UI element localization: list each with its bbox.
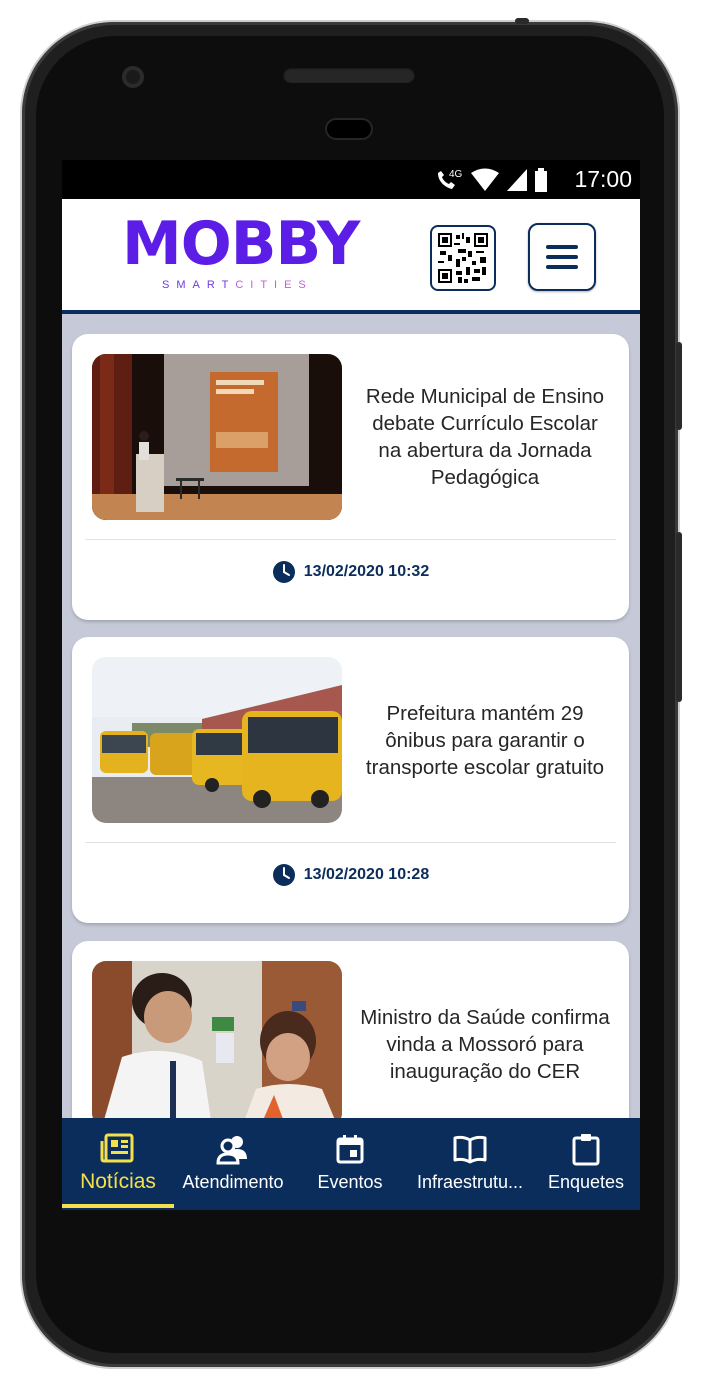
news-feed[interactable]: Rede Municipal de Ensino debate Currícul… xyxy=(62,314,640,1118)
earpiece-speaker xyxy=(283,67,415,83)
stage-presentation-image xyxy=(92,354,342,520)
menu-line xyxy=(546,245,578,249)
clipboard-icon xyxy=(570,1132,602,1166)
clock-icon xyxy=(272,561,295,583)
card-divider xyxy=(85,842,616,843)
menu-line xyxy=(546,255,578,259)
app-header: MOBBY SMARTCITIES xyxy=(62,199,640,314)
nav-atendimento[interactable]: Atendimento xyxy=(174,1118,292,1210)
volume-button xyxy=(676,532,682,702)
card-divider xyxy=(85,539,616,540)
active-tab-indicator xyxy=(62,1204,174,1208)
nav-label: Atendimento xyxy=(182,1172,284,1192)
status-time: 17:00 xyxy=(574,166,632,192)
news-title[interactable]: Rede Municipal de Ensino debate Currícul… xyxy=(358,354,612,520)
book-open-icon xyxy=(452,1132,488,1166)
signal-icon xyxy=(507,169,527,191)
nav-noticias[interactable]: Notícias xyxy=(62,1118,174,1210)
news-thumbnail[interactable] xyxy=(92,657,342,823)
logo-tagline-cities: CITIES xyxy=(235,279,313,291)
nav-eventos[interactable]: Eventos xyxy=(292,1118,408,1210)
newspaper-icon xyxy=(100,1132,136,1166)
nav-label: Enquetes xyxy=(547,1172,625,1192)
wifi-icon xyxy=(471,168,499,191)
nav-label: Notícias xyxy=(80,1170,156,1193)
power-button xyxy=(676,342,682,430)
nav-label: Eventos xyxy=(317,1172,383,1192)
menu-button[interactable] xyxy=(528,223,596,291)
news-date-row: 13/02/2020 10:28 xyxy=(72,863,629,887)
top-notch xyxy=(515,18,529,24)
qr-code-button[interactable] xyxy=(430,225,496,291)
mobby-logo[interactable]: MOBBY xyxy=(122,211,360,277)
clock-icon xyxy=(272,864,295,886)
news-date: 13/02/2020 10:32 xyxy=(303,563,430,580)
front-camera xyxy=(122,66,144,88)
news-thumbnail[interactable] xyxy=(92,961,342,1118)
news-card[interactable]: Rede Municipal de Ensino debate Currícul… xyxy=(72,334,629,620)
proximity-sensor xyxy=(327,120,371,138)
status-icons: 4G xyxy=(434,166,548,194)
battery-icon xyxy=(535,168,547,192)
nav-label: Infraestrutu... xyxy=(416,1172,524,1192)
calendar-icon xyxy=(334,1132,366,1166)
news-date-row: 13/02/2020 10:32 xyxy=(72,560,629,584)
people-icon xyxy=(215,1132,251,1166)
status-bar: 4G 17:00 xyxy=(62,160,640,199)
nav-enquetes[interactable]: Enquetes xyxy=(532,1118,640,1210)
nav-infraestrutura[interactable]: Infraestrutu... xyxy=(408,1118,532,1210)
school-buses-image xyxy=(92,657,342,823)
logo-tagline-smart: SMART xyxy=(162,279,236,291)
logo-tagline: SMARTCITIES xyxy=(162,279,313,291)
volte-call-icon: 4G xyxy=(438,169,463,189)
app-screen: 4G 17:00 MOBBY SMARTCITIES Rede Municipa… xyxy=(62,160,640,1210)
news-title[interactable]: Prefeitura mantém 29 ônibus para garanti… xyxy=(358,657,612,823)
menu-line xyxy=(546,265,578,269)
qr-code-icon xyxy=(438,233,488,283)
bottom-navigation: Notícias Atendimento Eventos Infraestrut… xyxy=(62,1118,640,1210)
news-thumbnail[interactable] xyxy=(92,354,342,520)
news-date: 13/02/2020 10:28 xyxy=(303,866,430,883)
news-title[interactable]: Ministro da Saúde confirma vinda a Mosso… xyxy=(358,961,612,1118)
news-card[interactable]: Ministro da Saúde confirma vinda a Mosso… xyxy=(72,941,629,1118)
minister-meeting-image xyxy=(92,961,342,1118)
network-type-label: 4G xyxy=(449,169,463,180)
news-card[interactable]: Prefeitura mantém 29 ônibus para garanti… xyxy=(72,637,629,923)
